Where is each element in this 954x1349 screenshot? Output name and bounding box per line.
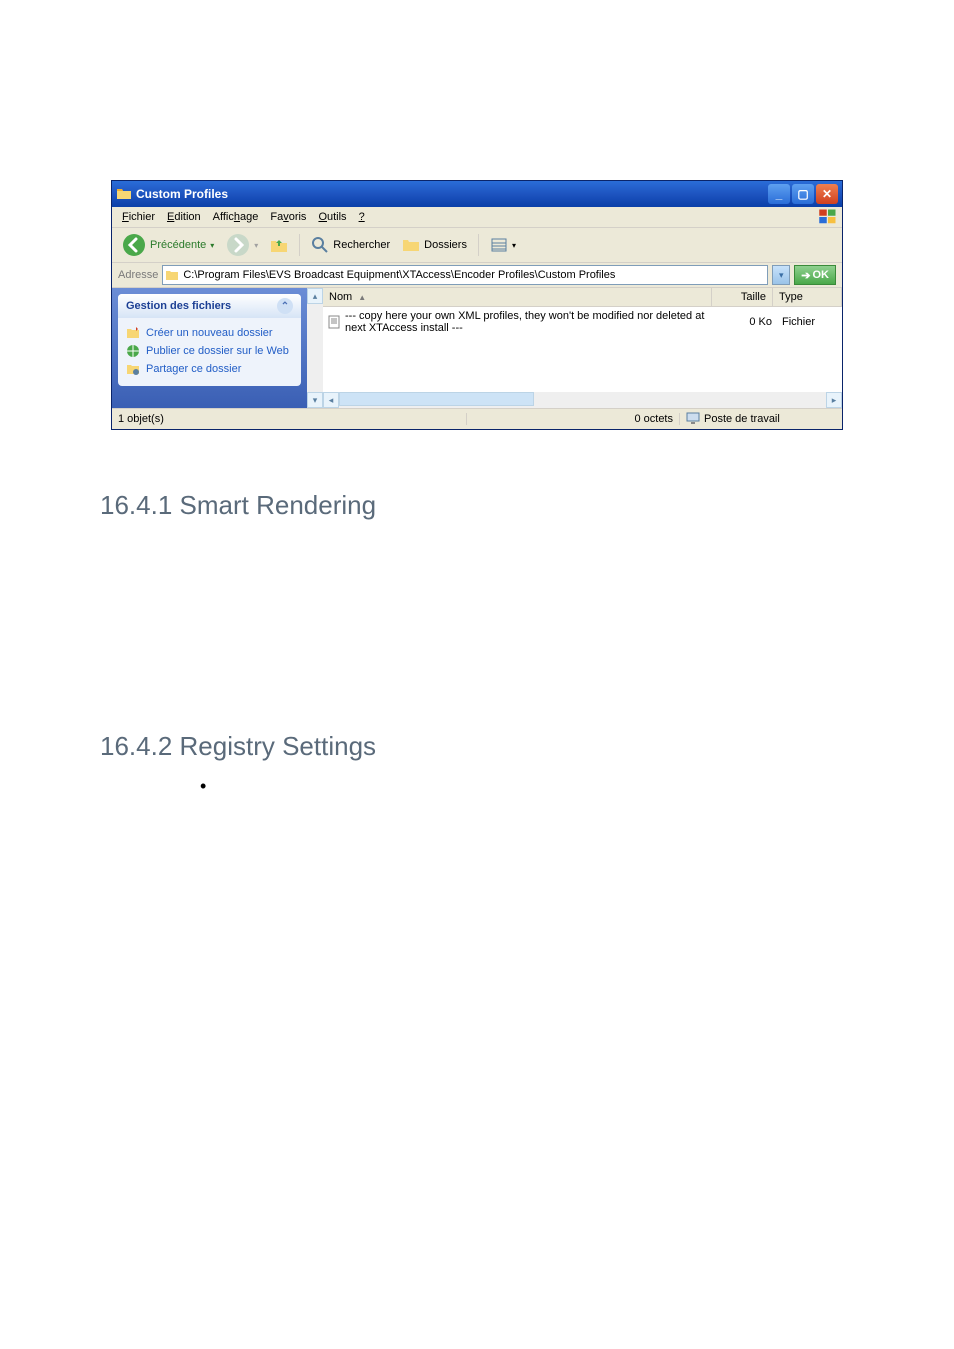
- address-dropdown-button[interactable]: ▾: [772, 265, 790, 285]
- up-button[interactable]: [266, 234, 292, 256]
- task-label: Créer un nouveau dossier: [146, 327, 273, 339]
- new-folder-icon: [126, 326, 140, 340]
- window-titlebar[interactable]: Custom Profiles _ ▢ ✕: [112, 181, 842, 207]
- maximize-button[interactable]: ▢: [792, 184, 814, 204]
- tasks-panel: Gestion des fichiers ⌃ Créer un nouveau …: [112, 288, 307, 408]
- address-input[interactable]: C:\Program Files\EVS Broadcast Equipment…: [162, 265, 768, 285]
- doc-heading-smart-rendering: 16.4.1 Smart Rendering: [100, 490, 954, 521]
- file-list-pane: Nom Taille Type --- copy here your own: [323, 288, 842, 408]
- column-type-label: Type: [779, 291, 803, 303]
- panel-vertical-scrollbar[interactable]: ▴ ▾: [307, 288, 323, 408]
- status-bytes: 0 octets: [467, 413, 680, 425]
- toolbar: Précédente ▾ ▾ Rechercher: [112, 228, 842, 263]
- menu-tools[interactable]: Outils: [312, 209, 352, 225]
- share-folder-icon: [126, 362, 140, 376]
- file-rows: --- copy here your own XML profiles, the…: [323, 307, 842, 337]
- views-icon: [490, 236, 508, 254]
- menu-favorites[interactable]: Favoris: [264, 209, 312, 225]
- computer-icon: [686, 411, 700, 428]
- folder-up-icon: [270, 236, 288, 254]
- file-size: 0 Ko: [724, 316, 778, 328]
- scroll-right-button[interactable]: ▸: [826, 392, 842, 408]
- chevron-down-icon: ▾: [254, 241, 258, 250]
- back-button[interactable]: Précédente ▾: [118, 231, 218, 259]
- minimize-button[interactable]: _: [768, 184, 790, 204]
- menu-file[interactable]: Fichier: [116, 209, 161, 225]
- folders-button[interactable]: Dossiers: [398, 234, 471, 256]
- status-object-count: 1 objet(s): [112, 413, 467, 425]
- column-type[interactable]: Type: [773, 288, 842, 306]
- file-icon: [327, 315, 341, 329]
- search-button[interactable]: Rechercher: [307, 234, 394, 256]
- horizontal-scrollbar[interactable]: ◂ ▸: [323, 392, 842, 408]
- folders-icon: [402, 236, 420, 254]
- column-size-label: Taille: [741, 291, 766, 303]
- address-go-button[interactable]: ➔ OK: [794, 265, 836, 285]
- menu-edit[interactable]: Edition: [161, 209, 207, 225]
- list-item[interactable]: --- copy here your own XML profiles, the…: [323, 309, 842, 335]
- explorer-window: Custom Profiles _ ▢ ✕ Fichier Edition Af…: [111, 180, 843, 430]
- status-location: Poste de travail: [680, 411, 842, 428]
- task-group-files: Gestion des fichiers ⌃ Créer un nouveau …: [118, 294, 301, 386]
- go-label: OK: [813, 269, 830, 281]
- status-location-text: Poste de travail: [704, 413, 780, 425]
- toolbar-separator: [299, 234, 300, 256]
- back-arrow-icon: [122, 233, 146, 257]
- views-button[interactable]: ▾: [486, 234, 520, 256]
- task-label: Partager ce dossier: [146, 363, 241, 375]
- search-icon: [311, 236, 329, 254]
- scroll-up-button[interactable]: ▴: [307, 288, 323, 304]
- column-name[interactable]: Nom: [323, 288, 712, 306]
- forward-button[interactable]: ▾: [222, 231, 262, 259]
- file-name: --- copy here your own XML profiles, the…: [345, 310, 720, 334]
- column-headers: Nom Taille Type: [323, 288, 842, 307]
- window-title: Custom Profiles: [136, 187, 768, 201]
- address-label: Adresse: [118, 269, 158, 281]
- folders-label: Dossiers: [424, 239, 467, 251]
- back-label: Précédente: [150, 239, 206, 251]
- address-bar: Adresse C:\Program Files\EVS Broadcast E…: [112, 263, 842, 288]
- task-new-folder[interactable]: Créer un nouveau dossier: [126, 324, 293, 342]
- column-name-label: Nom: [329, 291, 352, 303]
- scroll-thumb[interactable]: [339, 392, 534, 406]
- column-size[interactable]: Taille: [712, 288, 773, 306]
- menubar: Fichier Edition Affichage Favoris Outils…: [112, 207, 842, 228]
- address-path: C:\Program Files\EVS Broadcast Equipment…: [183, 269, 615, 281]
- window-buttons: _ ▢ ✕: [768, 184, 838, 204]
- scroll-left-button[interactable]: ◂: [323, 392, 339, 408]
- publish-web-icon: [126, 344, 140, 358]
- doc-heading-registry-settings: 16.4.2 Registry Settings: [100, 731, 954, 762]
- explorer-body: Gestion des fichiers ⌃ Créer un nouveau …: [112, 288, 842, 408]
- windows-flag-icon: [818, 209, 838, 225]
- menu-help[interactable]: ?: [353, 209, 371, 225]
- task-group-title: Gestion des fichiers: [126, 300, 231, 312]
- folder-icon: [116, 186, 132, 202]
- chevron-down-icon: ▾: [210, 241, 214, 250]
- search-label: Rechercher: [333, 239, 390, 251]
- bullet-point: •: [200, 776, 954, 797]
- forward-arrow-icon: [226, 233, 250, 257]
- task-group-header[interactable]: Gestion des fichiers ⌃: [118, 294, 301, 318]
- task-publish-web[interactable]: Publier ce dossier sur le Web: [126, 342, 293, 360]
- statusbar: 1 objet(s) 0 octets Poste de travail: [112, 408, 842, 429]
- collapse-chevron-icon: ⌃: [277, 298, 293, 314]
- go-arrow-icon: ➔: [801, 269, 810, 282]
- file-type: Fichier: [782, 316, 838, 328]
- scroll-down-button[interactable]: ▾: [307, 392, 323, 408]
- chevron-down-icon: ▾: [512, 241, 516, 250]
- task-list: Créer un nouveau dossier Publier ce doss…: [118, 318, 301, 386]
- menu-view[interactable]: Affichage: [207, 209, 265, 225]
- folder-icon: [165, 268, 179, 282]
- task-label: Publier ce dossier sur le Web: [146, 345, 289, 357]
- toolbar-separator: [478, 234, 479, 256]
- scroll-track[interactable]: [339, 392, 826, 408]
- close-button[interactable]: ✕: [816, 184, 838, 204]
- task-share-folder[interactable]: Partager ce dossier: [126, 360, 293, 378]
